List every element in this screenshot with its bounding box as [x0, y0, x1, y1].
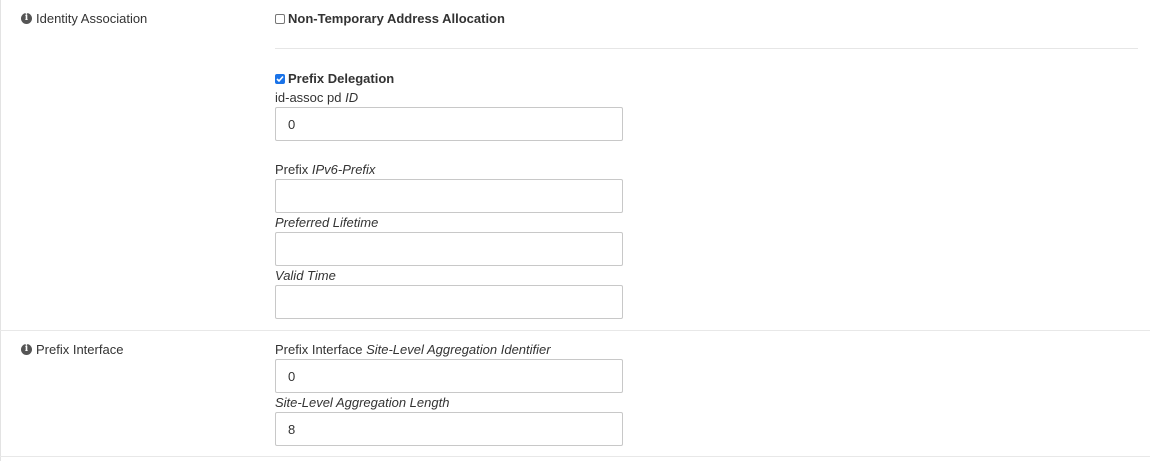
id-assoc-pd-label-text: id-assoc pd — [275, 90, 342, 105]
prefix-interface-row: i Prefix Interface Prefix Interface Site… — [0, 330, 1150, 457]
info-icon[interactable]: i — [21, 344, 32, 355]
id-assoc-pd-label-em: ID — [345, 90, 359, 105]
prefix-delegation-option[interactable]: Prefix Delegation — [275, 71, 394, 86]
sla-length-label: Site-Level Aggregation Length — [275, 395, 449, 410]
prefix-label-em: IPv6-Prefix — [311, 162, 376, 177]
prefix-delegation-label: Prefix Delegation — [288, 71, 395, 86]
preferred-lifetime-label-em: Preferred Lifetime — [275, 215, 379, 230]
info-icon[interactable]: i — [21, 13, 32, 24]
non-temporary-option[interactable]: Non-Temporary Address Allocation — [275, 11, 505, 26]
valid-time-input[interactable] — [275, 285, 623, 319]
prefix-label: Prefix IPv6-Prefix — [275, 162, 375, 177]
identity-association-label: i Identity Association — [21, 11, 147, 26]
prefix-interface-text: Prefix Interface — [36, 342, 124, 357]
sla-length-label-em: Site-Level Aggregation Length — [275, 395, 450, 410]
identity-association-row: i Identity Association Non-Temporary Add… — [0, 0, 1150, 331]
identity-association-text: Identity Association — [36, 11, 148, 26]
valid-time-label-em: Valid Time — [275, 268, 336, 283]
sla-id-input[interactable] — [275, 359, 623, 393]
non-temporary-label: Non-Temporary Address Allocation — [288, 11, 505, 26]
sla-length-input[interactable] — [275, 412, 623, 446]
preferred-lifetime-input[interactable] — [275, 232, 623, 266]
sla-id-label: Prefix Interface Site-Level Aggregation … — [275, 342, 551, 357]
sla-id-label-em: Site-Level Aggregation Identifier — [366, 342, 551, 357]
valid-time-label: Valid Time — [275, 268, 336, 283]
non-temporary-checkbox[interactable] — [275, 13, 285, 24]
id-assoc-pd-label: id-assoc pd ID — [275, 90, 358, 105]
sla-id-label-text: Prefix Interface — [275, 342, 363, 357]
prefix-delegation-checkbox[interactable] — [275, 73, 285, 84]
preferred-lifetime-label: Preferred Lifetime — [275, 215, 378, 230]
option-divider — [275, 48, 1138, 49]
id-assoc-pd-input[interactable] — [275, 107, 623, 141]
prefix-interface-label: i Prefix Interface — [21, 342, 123, 357]
prefix-input[interactable] — [275, 179, 623, 213]
prefix-label-text: Prefix — [275, 162, 309, 177]
